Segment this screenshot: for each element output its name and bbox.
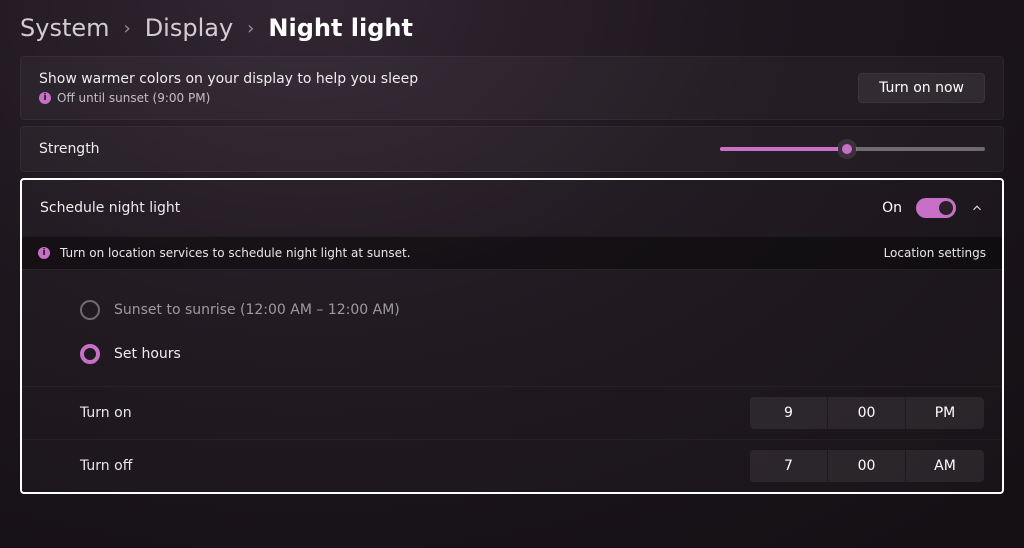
schedule-card: Schedule night light On i Turn on locati… bbox=[20, 178, 1004, 494]
turn-off-time-picker[interactable]: 7 00 AM bbox=[750, 450, 984, 482]
breadcrumb-night-light: Night light bbox=[268, 14, 413, 42]
strength-label: Strength bbox=[39, 141, 100, 157]
turn-off-minute[interactable]: 00 bbox=[828, 450, 906, 482]
chevron-right-icon: › bbox=[124, 18, 131, 39]
radio-set-hours[interactable] bbox=[80, 344, 100, 364]
schedule-state-text: On bbox=[882, 200, 902, 216]
turn-on-label: Turn on bbox=[80, 405, 132, 421]
radio-set-hours-label: Set hours bbox=[114, 346, 181, 362]
location-settings-link[interactable]: Location settings bbox=[884, 246, 986, 260]
radio-sunset-label: Sunset to sunrise (12:00 AM – 12:00 AM) bbox=[114, 302, 400, 318]
turn-on-minute[interactable]: 00 bbox=[828, 397, 906, 429]
turn-off-ampm[interactable]: AM bbox=[906, 450, 984, 482]
chevron-right-icon: › bbox=[247, 18, 254, 39]
schedule-toggle[interactable] bbox=[916, 198, 956, 218]
breadcrumb-system[interactable]: System bbox=[20, 14, 110, 42]
schedule-label: Schedule night light bbox=[40, 200, 180, 216]
turn-off-hour[interactable]: 7 bbox=[750, 450, 828, 482]
strength-slider[interactable] bbox=[720, 147, 985, 151]
slider-thumb[interactable] bbox=[838, 140, 856, 158]
time-rows: Turn on 9 00 PM Turn off 7 00 AM bbox=[22, 386, 1002, 492]
turn-on-hour[interactable]: 9 bbox=[750, 397, 828, 429]
turn-on-now-button[interactable]: Turn on now bbox=[858, 73, 985, 103]
chevron-up-icon[interactable] bbox=[970, 201, 984, 215]
radio-sunset[interactable] bbox=[80, 300, 100, 320]
turn-off-label: Turn off bbox=[80, 458, 132, 474]
notice-text: Turn on location services to schedule ni… bbox=[60, 246, 411, 260]
toggle-knob bbox=[939, 201, 953, 215]
breadcrumb-display[interactable]: Display bbox=[145, 14, 233, 42]
turn-on-ampm[interactable]: PM bbox=[906, 397, 984, 429]
intro-status: Off until sunset (9:00 PM) bbox=[57, 91, 210, 105]
turn-on-time-picker[interactable]: 9 00 PM bbox=[750, 397, 984, 429]
radio-sethours-row[interactable]: Set hours bbox=[80, 332, 944, 376]
breadcrumb: System › Display › Night light bbox=[20, 10, 1004, 56]
intro-text: Show warmer colors on your display to he… bbox=[39, 71, 418, 105]
intro-card: Show warmer colors on your display to he… bbox=[20, 56, 1004, 120]
turn-off-row: Turn off 7 00 AM bbox=[22, 439, 1002, 492]
info-icon: i bbox=[38, 247, 50, 259]
intro-title: Show warmer colors on your display to he… bbox=[39, 71, 418, 87]
schedule-header[interactable]: Schedule night light On bbox=[22, 180, 1002, 236]
location-notice: i Turn on location services to schedule … bbox=[22, 236, 1002, 269]
slider-fill bbox=[720, 147, 847, 151]
turn-on-row: Turn on 9 00 PM bbox=[22, 387, 1002, 439]
strength-card: Strength bbox=[20, 126, 1004, 172]
radio-sunset-row[interactable]: Sunset to sunrise (12:00 AM – 12:00 AM) bbox=[80, 288, 944, 332]
schedule-radio-group: Sunset to sunrise (12:00 AM – 12:00 AM) … bbox=[22, 269, 1002, 386]
info-icon: i bbox=[39, 92, 51, 104]
